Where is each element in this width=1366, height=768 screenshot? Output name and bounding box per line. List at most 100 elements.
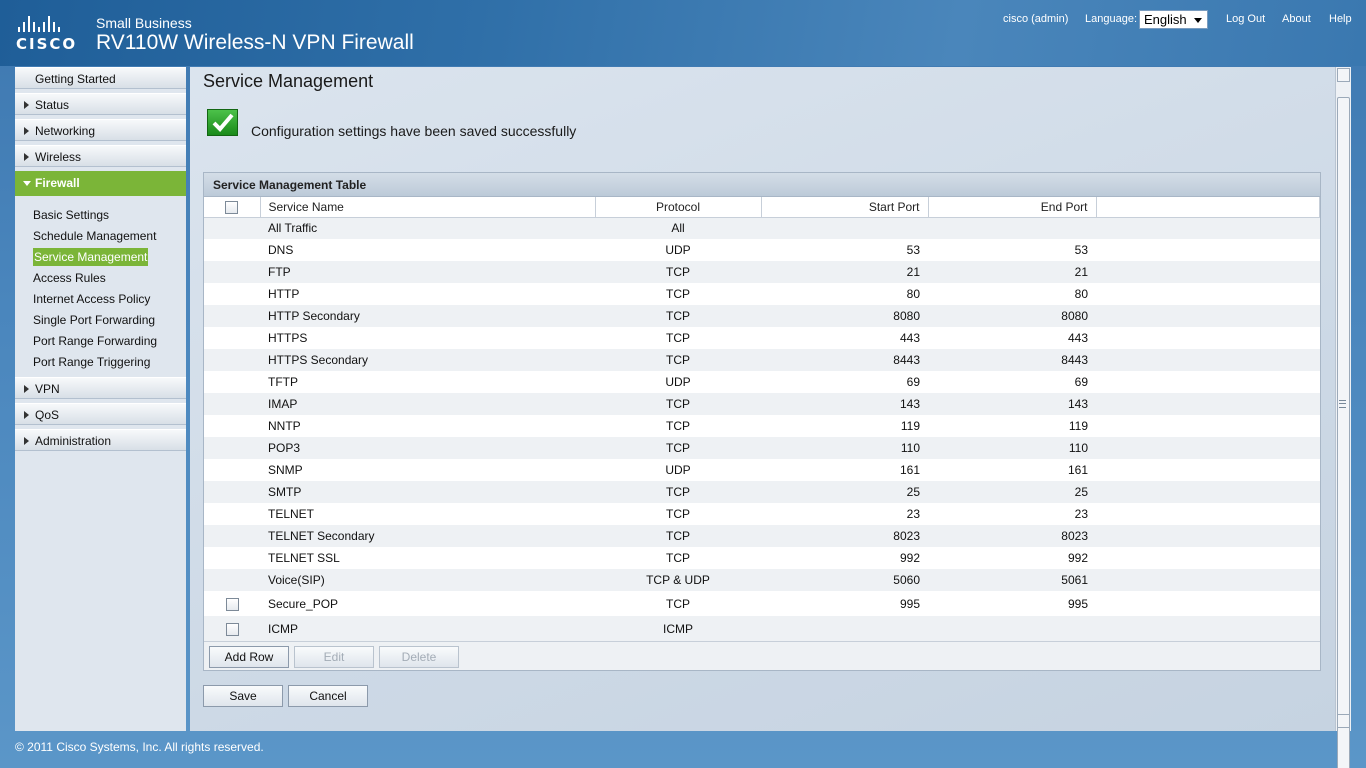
service-table: Service Name Protocol Start Port End Por… — [204, 197, 1320, 641]
start-port-cell: 8080 — [761, 305, 928, 327]
row-checkbox[interactable] — [225, 597, 239, 611]
protocol-cell: TCP & UDP — [595, 569, 761, 591]
table-row[interactable]: IMAP TCP 143 143 — [204, 393, 1320, 415]
sidebar-subitem-single-port-forwarding[interactable]: Single Port Forwarding — [33, 310, 186, 331]
row-checkbox-cell — [204, 547, 260, 569]
row-checkbox-cell — [204, 437, 260, 459]
sidebar-item-firewall[interactable]: Firewall — [15, 171, 186, 196]
sidebar: Getting Started Status Networking Wirele… — [15, 67, 186, 731]
table-row[interactable]: Voice(SIP) TCP & UDP 5060 5061 — [204, 569, 1320, 591]
scroll-up-icon[interactable] — [1337, 68, 1350, 82]
sidebar-item-qos[interactable]: QoS — [15, 403, 186, 425]
protocol-cell: TCP — [595, 305, 761, 327]
protocol-cell: TCP — [595, 547, 761, 569]
edit-button[interactable]: Edit — [294, 646, 374, 668]
table-row[interactable]: Secure_POP TCP 995 995 — [204, 591, 1320, 616]
protocol-cell: TCP — [595, 437, 761, 459]
sidebar-item-getting-started[interactable]: Getting Started — [15, 67, 186, 89]
cancel-button[interactable]: Cancel — [288, 685, 368, 707]
row-checkbox[interactable] — [225, 622, 239, 636]
column-header-end-port[interactable]: End Port — [928, 197, 1097, 218]
sidebar-subitem-service-management[interactable]: Service Management — [33, 247, 186, 268]
table-row[interactable]: SNMP UDP 161 161 — [204, 459, 1320, 481]
row-checkbox-cell — [204, 217, 260, 239]
sidebar-item-status[interactable]: Status — [15, 93, 186, 115]
start-port-cell: 69 — [761, 371, 928, 393]
start-port-cell: 992 — [761, 547, 928, 569]
start-port-cell: 80 — [761, 283, 928, 305]
filler-cell — [1096, 371, 1320, 393]
end-port-cell: 80 — [928, 283, 1096, 305]
sidebar-subitem-port-range-triggering[interactable]: Port Range Triggering — [33, 352, 186, 373]
add-row-button[interactable]: Add Row — [209, 646, 289, 668]
service-name-cell: FTP — [260, 261, 595, 283]
scrollbar-grip-icon — [1339, 400, 1346, 408]
chevron-right-icon — [24, 153, 29, 161]
end-port-cell: 23 — [928, 503, 1096, 525]
start-port-cell: 21 — [761, 261, 928, 283]
sidebar-subitem-internet-access-policy[interactable]: Internet Access Policy — [33, 289, 186, 310]
language-select[interactable]: English — [1139, 10, 1208, 29]
sidebar-subitem-port-range-forwarding[interactable]: Port Range Forwarding — [33, 331, 186, 352]
protocol-cell: All — [595, 217, 761, 239]
save-button[interactable]: Save — [203, 685, 283, 707]
logout-link[interactable]: Log Out — [1226, 13, 1265, 25]
sidebar-item-label: Getting Started — [35, 72, 116, 86]
scroll-down-icon[interactable] — [1337, 714, 1350, 728]
start-port-cell: 8023 — [761, 525, 928, 547]
sidebar-item-wireless[interactable]: Wireless — [15, 145, 186, 167]
column-header-start-port[interactable]: Start Port — [761, 197, 929, 218]
table-row[interactable]: HTTPS TCP 443 443 — [204, 327, 1320, 349]
protocol-cell: TCP — [595, 349, 761, 371]
table-row[interactable]: FTP TCP 21 21 — [204, 261, 1320, 283]
sidebar-subitem-label: Port Range Triggering — [33, 355, 151, 369]
filler-cell — [1096, 239, 1320, 261]
table-row[interactable]: All Traffic All — [204, 217, 1320, 239]
scrollbar-thumb[interactable] — [1337, 97, 1350, 768]
table-row[interactable]: TELNET Secondary TCP 8023 8023 — [204, 525, 1320, 547]
sidebar-subitem-basic-settings[interactable]: Basic Settings — [33, 205, 186, 226]
table-row[interactable]: HTTP TCP 80 80 — [204, 283, 1320, 305]
sidebar-item-label: QoS — [35, 408, 60, 422]
start-port-cell: 53 — [761, 239, 928, 261]
select-all-checkbox[interactable] — [225, 200, 239, 214]
table-row[interactable]: POP3 TCP 110 110 — [204, 437, 1320, 459]
start-port-cell: 443 — [761, 327, 928, 349]
vertical-scrollbar[interactable] — [1335, 67, 1351, 768]
sidebar-subitem-label: Schedule Management — [33, 229, 157, 243]
service-name-cell: ICMP — [260, 616, 595, 641]
help-link[interactable]: Help — [1329, 13, 1352, 25]
service-name-cell: Voice(SIP) — [260, 569, 595, 591]
table-row[interactable]: TELNET TCP 23 23 — [204, 503, 1320, 525]
column-header-service-name[interactable]: Service Name — [260, 197, 596, 218]
row-checkbox-cell — [204, 503, 260, 525]
filler-cell — [1096, 349, 1320, 371]
table-row[interactable]: DNS UDP 53 53 — [204, 239, 1320, 261]
table-row[interactable]: TELNET SSL TCP 992 992 — [204, 547, 1320, 569]
sidebar-subitem-schedule-management[interactable]: Schedule Management — [33, 226, 186, 247]
table-header-row: Service Name Protocol Start Port End Por… — [204, 197, 1320, 218]
column-header-protocol[interactable]: Protocol — [595, 197, 762, 218]
filler-cell — [1096, 547, 1320, 569]
filler-cell — [1096, 415, 1320, 437]
sidebar-item-label: Status — [35, 98, 70, 112]
delete-button[interactable]: Delete — [379, 646, 459, 668]
table-row[interactable]: ICMP ICMP — [204, 616, 1320, 641]
table-caption: Service Management Table — [204, 173, 1320, 197]
about-link[interactable]: About — [1282, 13, 1311, 25]
user-label: cisco (admin) — [1003, 13, 1069, 25]
table-row[interactable]: HTTPS Secondary TCP 8443 8443 — [204, 349, 1320, 371]
end-port-cell: 25 — [928, 481, 1096, 503]
sidebar-subitem-access-rules[interactable]: Access Rules — [33, 268, 186, 289]
end-port-cell: 161 — [928, 459, 1096, 481]
table-row[interactable]: TFTP UDP 69 69 — [204, 371, 1320, 393]
sidebar-item-vpn[interactable]: VPN — [15, 377, 186, 399]
sidebar-item-administration[interactable]: Administration — [15, 429, 186, 451]
table-row[interactable]: HTTP Secondary TCP 8080 8080 — [204, 305, 1320, 327]
sidebar-item-networking[interactable]: Networking — [15, 119, 186, 141]
table-row[interactable]: SMTP TCP 25 25 — [204, 481, 1320, 503]
chevron-right-icon — [24, 411, 29, 419]
row-checkbox-cell — [204, 591, 260, 616]
end-port-cell: 8080 — [928, 305, 1096, 327]
table-row[interactable]: NNTP TCP 119 119 — [204, 415, 1320, 437]
